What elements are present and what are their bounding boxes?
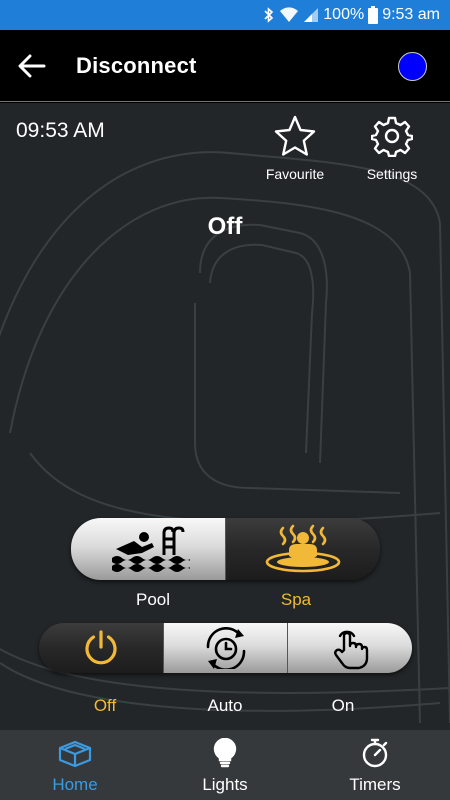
battery-percent: 100% [323, 6, 365, 23]
back-button[interactable] [14, 50, 50, 82]
pool-button[interactable] [71, 518, 225, 580]
nav-timers-label: Timers [349, 775, 401, 794]
favourite-button[interactable]: Favourite [255, 115, 335, 182]
pool-label: Pool [135, 590, 171, 609]
off-mode-button[interactable] [39, 623, 163, 673]
on-mode-button[interactable] [287, 623, 412, 673]
off-mode-label: Off [93, 696, 117, 715]
favourite-label: Favourite [265, 166, 325, 182]
spa-label: Spa [280, 590, 312, 609]
power-icon [85, 630, 117, 665]
page-title: Disconnect [76, 53, 197, 78]
pump-mode-selector [39, 623, 412, 673]
status-bar: 100% 9:53 am [0, 0, 450, 30]
auto-clock-icon [206, 627, 245, 669]
hot-tub-icon [58, 740, 92, 768]
star-icon [274, 115, 316, 156]
clock-display: 09:53 AM [16, 119, 105, 142]
connection-status-indicator[interactable] [398, 52, 427, 81]
nav-home[interactable]: Home [0, 730, 150, 800]
signal-icon [303, 7, 319, 23]
main-panel: 09:53 AM Favourite Settings Off Pool Spa… [0, 103, 450, 730]
nav-home-label: Home [52, 775, 98, 794]
auto-mode-button[interactable] [162, 623, 288, 673]
touch-icon [334, 630, 369, 670]
stopwatch-icon [362, 738, 388, 768]
light-bulb-icon [213, 737, 237, 768]
mode-status-text: Off [207, 213, 243, 240]
status-time: 9:53 am [382, 6, 440, 23]
swimmer-icon [112, 526, 190, 572]
spa-button[interactable] [225, 518, 380, 580]
nav-timers[interactable]: Timers [300, 730, 450, 800]
bluetooth-icon [263, 7, 275, 23]
nav-lights-label: Lights [202, 775, 248, 794]
settings-label: Settings [366, 166, 418, 182]
wifi-icon [279, 7, 299, 23]
bottom-nav: Home Lights Timers [0, 730, 450, 800]
nav-lights[interactable]: Lights [150, 730, 300, 800]
gear-icon [370, 116, 414, 158]
spa-icon [265, 524, 341, 573]
on-mode-label: On [331, 696, 355, 715]
auto-mode-label: Auto [207, 696, 243, 715]
battery-icon [368, 6, 379, 24]
app-bar: Disconnect [0, 30, 450, 102]
body-selector [71, 518, 380, 580]
arrow-left-icon [18, 54, 46, 78]
settings-button[interactable]: Settings [352, 115, 432, 182]
